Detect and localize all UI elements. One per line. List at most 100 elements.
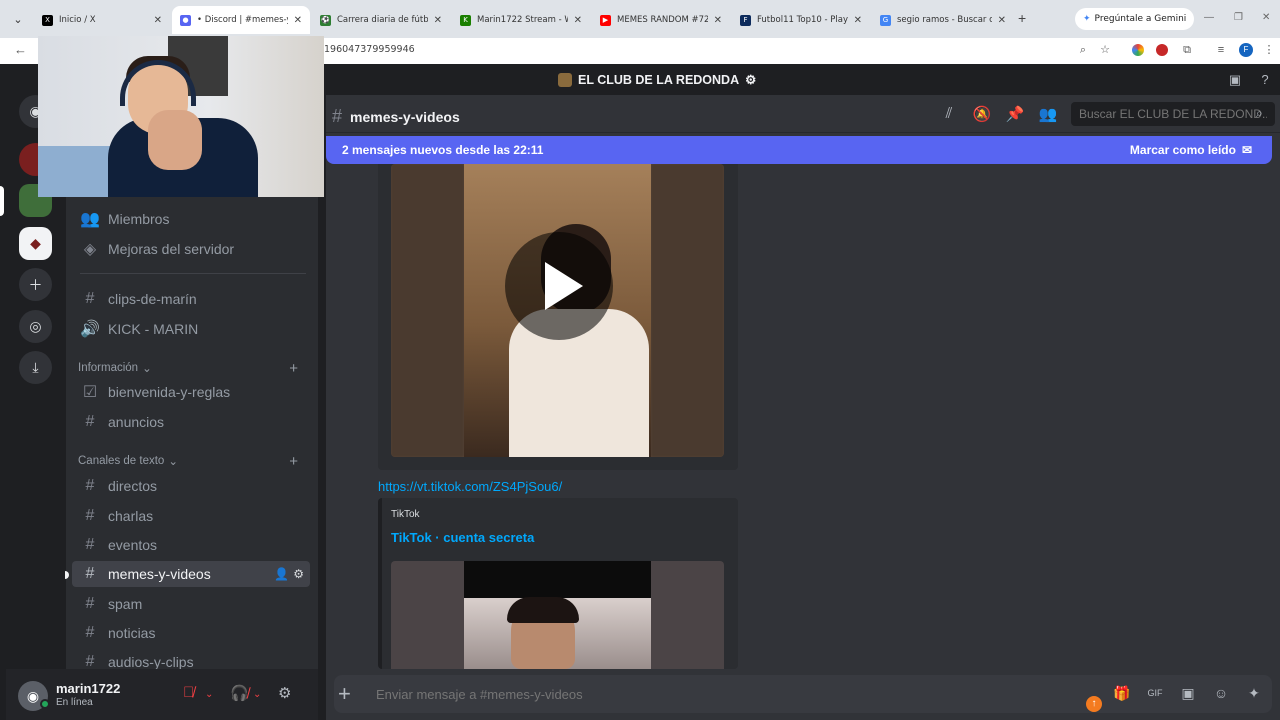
member-list-icon[interactable]: 👥 xyxy=(1038,105,1058,123)
channel-spam[interactable]: # spam xyxy=(72,591,310,617)
minimize-icon[interactable]: — xyxy=(1204,12,1214,23)
mark-read-icon: ✉ xyxy=(1241,143,1252,157)
close-tab-icon[interactable]: ✕ xyxy=(434,15,442,26)
mark-as-read-button[interactable]: Marcar como leído ✉ xyxy=(1130,143,1252,157)
browser-tab[interactable]: K Marin1722 Stream - Watc ✕ xyxy=(452,6,590,34)
help-icon[interactable]: ? xyxy=(1257,72,1273,88)
boost-badge-icon[interactable]: ↑ xyxy=(1086,696,1102,712)
notification-muted-icon[interactable]: 🔕 xyxy=(972,105,992,123)
browser-tab[interactable]: G segio ramos - Buscar con ✕ xyxy=(872,6,1014,34)
browser-tab-active[interactable]: ● • Discord | #memes-y-vide ✕ xyxy=(172,6,310,34)
gif-icon[interactable]: GIF xyxy=(1145,688,1165,706)
inbox-icon[interactable]: ▣ xyxy=(1227,72,1243,88)
gemini-button[interactable]: ✦ Pregúntale a Gemini xyxy=(1075,8,1195,30)
extension-icon[interactable] xyxy=(1132,44,1144,56)
apps-icon[interactable]: ✦ xyxy=(1244,685,1264,703)
video-subject-hair xyxy=(507,597,579,623)
browser-tab[interactable]: ⚽ Carrera diaria de fútbol | C ✕ xyxy=(312,6,450,34)
x-logo-icon: X xyxy=(42,14,53,26)
user-panel xyxy=(6,669,318,720)
browser-tab[interactable]: F Futbol11 Top10 - Play Foo ✕ xyxy=(732,6,870,34)
message-input[interactable] xyxy=(376,684,1056,704)
sidebar-item-server-boosts[interactable]: ◈ Mejoras del servidor xyxy=(72,236,310,262)
bookmark-star-icon[interactable]: ☆ xyxy=(1098,43,1112,57)
emoji-icon[interactable]: ☺ xyxy=(1211,685,1231,703)
channel-eventos[interactable]: # eventos xyxy=(72,532,310,558)
username[interactable]: marin1722 xyxy=(56,681,120,696)
attach-plus-icon[interactable]: + xyxy=(338,681,351,707)
discord-logo-icon: ● xyxy=(180,14,191,26)
user-settings-gear-icon[interactable]: ⚙ xyxy=(278,684,291,702)
close-tab-icon[interactable]: ✕ xyxy=(154,15,162,26)
new-messages-bar[interactable]: 2 mensajes nuevos desde las 22:11 Marcar… xyxy=(326,136,1272,164)
close-window-icon[interactable]: ✕ xyxy=(1262,12,1270,23)
category-label: Información xyxy=(78,362,139,374)
close-tab-icon[interactable]: ✕ xyxy=(998,15,1006,26)
hash-icon: # xyxy=(85,653,95,669)
invite-user-icon[interactable]: 👤 xyxy=(274,567,289,581)
video-thumbnail[interactable] xyxy=(391,561,724,669)
sidebar-item-members[interactable]: 👥 Miembros xyxy=(72,206,310,232)
close-tab-icon[interactable]: ✕ xyxy=(294,15,302,26)
headphones-muted-icon[interactable]: 🎧̸ xyxy=(230,684,249,702)
tab-search-icon[interactable]: ⌄ xyxy=(8,10,28,30)
embed-title-link[interactable]: TikTok · cuenta secreta xyxy=(391,530,534,545)
search-input[interactable] xyxy=(1071,102,1275,126)
extension-icon[interactable] xyxy=(1156,44,1168,56)
channel-label: bienvenida-y-reglas xyxy=(108,384,231,400)
rules-checkbox-icon: ☑ xyxy=(82,384,98,401)
add-channel-icon[interactable]: + xyxy=(289,453,298,470)
threads-icon[interactable]: ⫽ xyxy=(939,105,959,123)
new-tab-button[interactable]: + xyxy=(1018,10,1026,26)
video-blur-right xyxy=(651,164,724,457)
profile-avatar-icon[interactable]: F xyxy=(1239,43,1253,57)
channel-audios-y-clips[interactable]: # audios-y-clips xyxy=(72,649,310,669)
category-canales-de-texto[interactable]: Canales de texto ⌄ + xyxy=(78,453,308,470)
explore-icon[interactable]: ◎ xyxy=(19,310,52,343)
hash-icon: # xyxy=(85,290,95,307)
sticker-icon[interactable]: ▣ xyxy=(1178,685,1198,703)
channel-anuncios[interactable]: # anuncios xyxy=(72,409,310,435)
channel-noticias[interactable]: # noticias xyxy=(72,620,310,646)
download-icon[interactable]: ⤓ xyxy=(19,351,52,384)
server-icon[interactable]: ◆ xyxy=(19,227,52,260)
chevron-down-icon: ⌄ xyxy=(142,363,152,375)
channel-label: spam xyxy=(108,596,143,612)
pin-icon[interactable]: 📌 xyxy=(1005,105,1025,123)
zoom-icon[interactable]: ⌕ xyxy=(1076,43,1090,57)
chevron-down-icon[interactable]: ⌄ xyxy=(205,689,213,700)
hash-icon: # xyxy=(85,477,95,494)
channel-kick-marin[interactable]: 🔊 KICK - MARIN xyxy=(72,316,310,342)
tab-label: Futbol11 Top10 - Play Foo xyxy=(757,15,848,25)
extensions-puzzle-icon[interactable]: ⧉ xyxy=(1180,43,1194,57)
close-tab-icon[interactable]: ✕ xyxy=(574,15,582,26)
back-icon[interactable]: ← xyxy=(14,42,27,57)
channel-bienvenida-y-reglas[interactable]: ☑ bienvenida-y-reglas xyxy=(72,379,310,405)
url-text[interactable]: 196047379959946 xyxy=(324,44,415,55)
hash-icon: # xyxy=(85,536,95,553)
message-link[interactable]: https://vt.tiktok.com/ZS4PjSou6/ xyxy=(378,479,562,494)
close-tab-icon[interactable]: ✕ xyxy=(714,15,722,26)
mic-muted-icon[interactable]: 🎙̸ xyxy=(183,684,194,701)
more-menu-icon[interactable]: ⋮ xyxy=(1262,43,1276,57)
browser-tab[interactable]: ▶ MEMES RANDOM #727 - ✕ xyxy=(592,6,730,34)
channel-settings-gear-icon[interactable]: ⚙ xyxy=(293,567,304,581)
restore-icon[interactable]: ❐ xyxy=(1234,12,1243,23)
mark-as-read-label: Marcar como leído xyxy=(1129,143,1236,157)
chevron-down-icon[interactable]: ⌄ xyxy=(253,689,261,700)
sidebar-item-label: Mejoras del servidor xyxy=(108,241,235,257)
play-button[interactable] xyxy=(505,232,613,340)
category-informacion[interactable]: Información ⌄ + xyxy=(78,360,308,377)
channel-charlas[interactable]: # charlas xyxy=(72,503,310,529)
gift-icon[interactable]: 🎁 xyxy=(1112,685,1132,703)
browser-tab[interactable]: X Inicio / X ✕ xyxy=(34,6,170,34)
game-icon: ⚽ xyxy=(320,14,331,26)
members-icon: 👥 xyxy=(80,211,100,228)
channel-memes-y-videos[interactable]: # memes-y-videos 👤 ⚙ xyxy=(72,561,310,587)
close-tab-icon[interactable]: ✕ xyxy=(854,15,862,26)
media-control-icon[interactable]: ≡ xyxy=(1214,43,1228,57)
channel-directos[interactable]: # directos xyxy=(72,473,310,499)
channel-clips-de-marin[interactable]: # clips-de-marín xyxy=(72,286,310,312)
add-server-icon[interactable]: ＋ xyxy=(19,268,52,301)
add-channel-icon[interactable]: + xyxy=(289,360,298,377)
